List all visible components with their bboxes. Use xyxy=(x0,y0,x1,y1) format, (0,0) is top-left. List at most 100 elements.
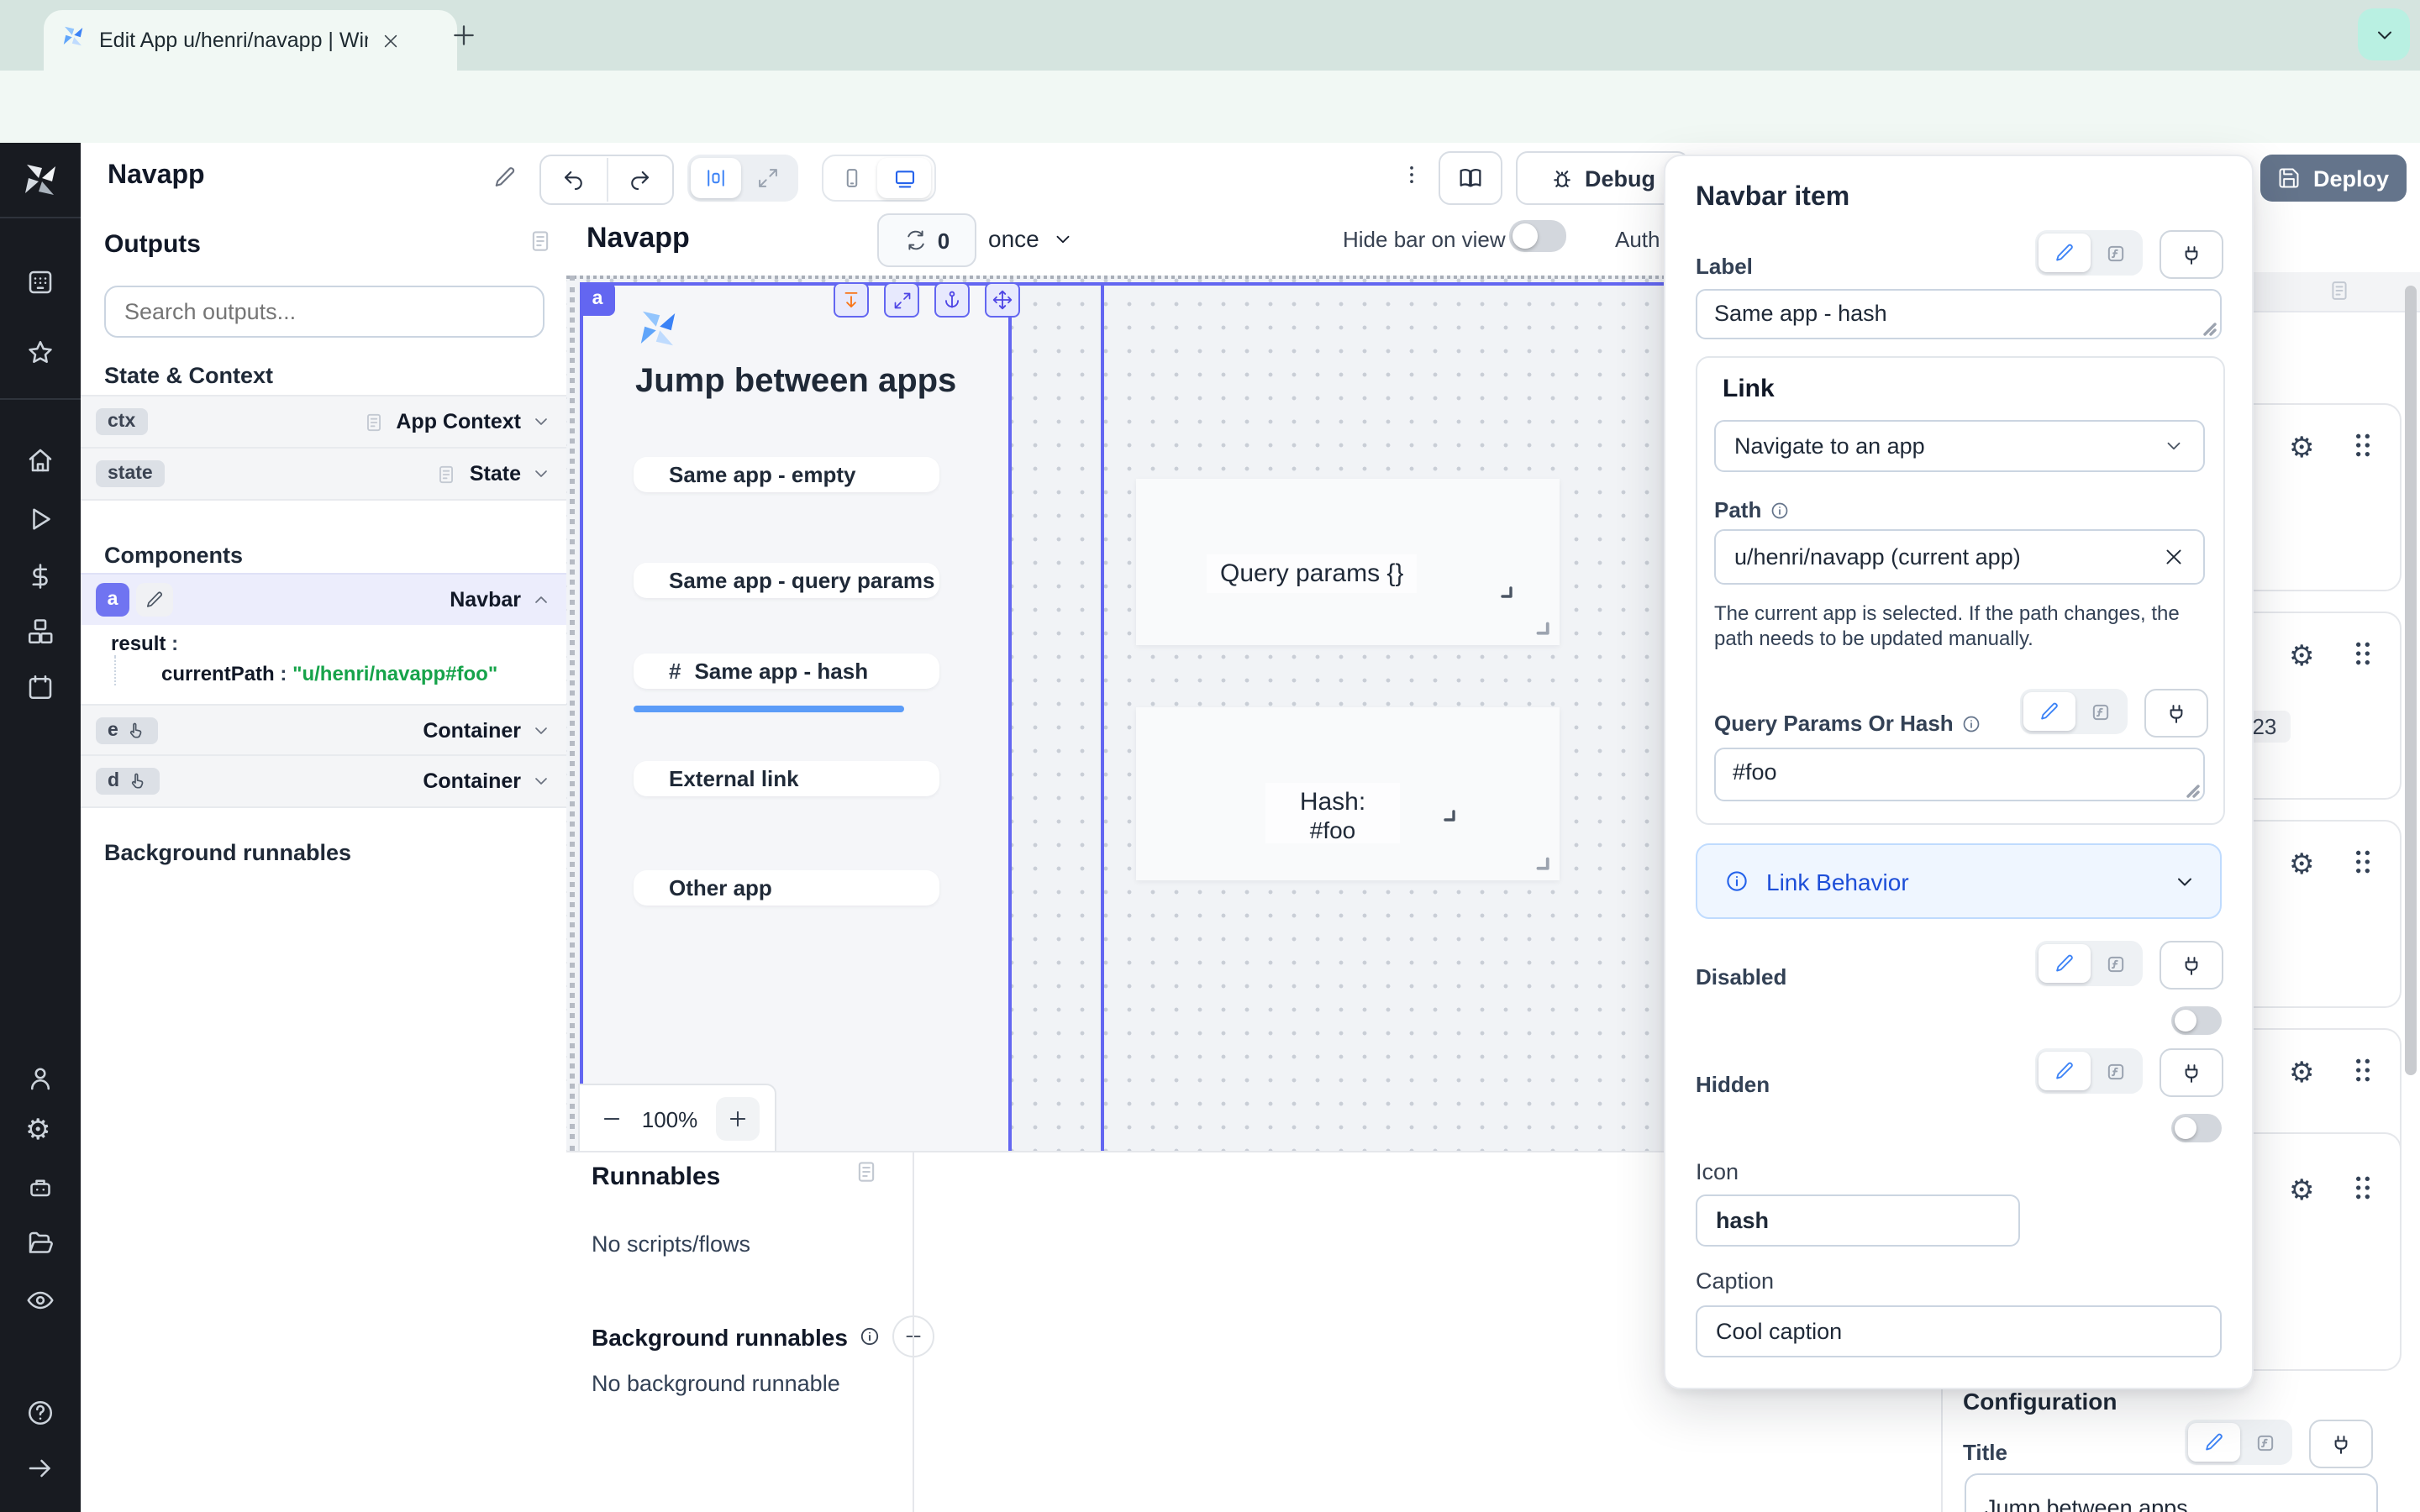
refresh-count-button[interactable]: 0 xyxy=(877,213,976,267)
sidebar-item-folders[interactable] xyxy=(25,1228,55,1258)
browser-tab[interactable]: Edit App u/henri/navapp | Win xyxy=(44,10,457,71)
search-outputs-input[interactable] xyxy=(104,286,544,338)
rename-pencil-icon[interactable] xyxy=(136,583,173,617)
chevron-down-icon[interactable] xyxy=(531,771,551,791)
anchor-icon[interactable] xyxy=(934,282,970,318)
query-params-panel[interactable]: Query params {} xyxy=(1136,479,1560,645)
sidebar-item-users[interactable] xyxy=(25,1063,55,1094)
chevron-down-icon[interactable] xyxy=(531,464,551,484)
sidebar-item-ai[interactable] xyxy=(25,1173,55,1203)
new-tab-button[interactable] xyxy=(450,22,477,49)
disabled-toggle[interactable] xyxy=(2171,1006,2222,1035)
static-pencil-icon[interactable] xyxy=(2023,692,2075,731)
move-icon[interactable] xyxy=(985,282,1020,318)
navbar-component-region[interactable] xyxy=(581,282,1010,1151)
expand-down-icon[interactable] xyxy=(834,282,869,318)
sidebar-item-variables[interactable] xyxy=(25,561,55,591)
drag-handle-icon[interactable] xyxy=(2351,1057,2375,1084)
resize-corner-icon[interactable] xyxy=(1442,808,1455,822)
runnables-divider[interactable] xyxy=(913,1152,914,1512)
sidebar-expand-icon[interactable] xyxy=(25,1453,55,1483)
sidebar-item-resources[interactable] xyxy=(25,617,55,647)
nav-item-same-app-query-params[interactable]: Same app - query params xyxy=(634,563,939,598)
zoom-out-icon[interactable] xyxy=(600,1107,623,1131)
fx-icon[interactable] xyxy=(2091,241,2139,265)
hash-panel[interactable]: Hash: #foo xyxy=(1136,707,1560,880)
resize-corner-icon[interactable] xyxy=(1534,855,1549,870)
container-e-row[interactable]: e Container xyxy=(81,704,566,758)
redo-icon[interactable] xyxy=(608,167,671,192)
nav-item-external-link[interactable]: External link xyxy=(634,761,939,796)
tab-search-chevron-button[interactable] xyxy=(2358,8,2410,60)
static-pencil-icon[interactable] xyxy=(2188,1423,2240,1462)
hide-bar-toggle[interactable] xyxy=(1509,220,1566,252)
state-row[interactable]: state State xyxy=(81,447,566,501)
mobile-preview-button[interactable] xyxy=(827,166,877,190)
link-type-select[interactable]: Navigate to an app xyxy=(1714,420,2205,472)
link-behavior-accordion[interactable]: Link Behavior xyxy=(1696,843,2222,919)
zoom-in-icon[interactable] xyxy=(716,1097,760,1141)
centered-layout-button[interactable] xyxy=(691,158,741,198)
sidebar-item-audit[interactable] xyxy=(25,1285,55,1315)
connect-plug-icon[interactable] xyxy=(2160,230,2223,279)
undo-icon[interactable] xyxy=(542,167,606,192)
connect-plug-icon[interactable] xyxy=(2160,941,2223,990)
sidebar-item-favorites[interactable] xyxy=(25,338,55,368)
drag-handle-icon[interactable] xyxy=(2351,640,2375,667)
gear-icon[interactable]: ⚙ xyxy=(2289,1174,2315,1208)
fx-icon[interactable] xyxy=(2091,952,2139,975)
sidebar-item-settings[interactable]: ⚙ xyxy=(25,1116,55,1146)
textarea-resize-icon[interactable] xyxy=(2186,785,2200,798)
fx-icon[interactable] xyxy=(2240,1431,2289,1454)
nav-item-other-app[interactable]: Other app xyxy=(634,870,939,906)
connect-plug-icon[interactable] xyxy=(2309,1420,2373,1468)
panel-scrollbar[interactable] xyxy=(2405,286,2417,1075)
title-input[interactable] xyxy=(1965,1473,2378,1512)
gear-icon[interactable]: ⚙ xyxy=(2289,640,2315,674)
desktop-preview-button[interactable] xyxy=(877,158,931,198)
sidebar-item-schedules[interactable] xyxy=(25,672,55,702)
hidden-toggle[interactable] xyxy=(2171,1114,2222,1142)
sidebar-item-help[interactable] xyxy=(25,1398,55,1428)
sidebar-item-home[interactable] xyxy=(25,445,55,475)
clear-path-icon[interactable] xyxy=(2163,546,2185,568)
chevron-up-icon[interactable] xyxy=(531,590,551,610)
icon-input[interactable] xyxy=(1696,1194,2020,1247)
nav-item-same-app-hash[interactable]: # Same app - hash xyxy=(634,654,939,689)
edit-name-pencil-icon[interactable] xyxy=(492,165,518,190)
path-input[interactable]: u/henri/navapp (current app) xyxy=(1714,529,2205,585)
fx-icon[interactable] xyxy=(2075,700,2124,723)
drag-handle-icon[interactable] xyxy=(2351,848,2375,875)
connect-plug-icon[interactable] xyxy=(2160,1048,2223,1097)
drag-handle-icon[interactable] xyxy=(2351,1174,2375,1201)
resize-corner-icon[interactable] xyxy=(1534,620,1549,635)
gear-icon[interactable]: ⚙ xyxy=(2289,432,2315,465)
fx-icon[interactable] xyxy=(2091,1059,2139,1083)
canvas-left-grip[interactable] xyxy=(570,276,575,1151)
selected-component-tag[interactable]: a xyxy=(580,282,615,316)
static-pencil-icon[interactable] xyxy=(2039,1052,2091,1090)
textarea-resize-icon[interactable] xyxy=(2203,323,2217,336)
fullscreen-component-icon[interactable] xyxy=(884,282,919,318)
sidebar-item-apps[interactable] xyxy=(25,267,55,297)
navbar-component-row[interactable]: a Navbar xyxy=(81,573,566,627)
label-input[interactable]: Same app - hash xyxy=(1696,289,2222,339)
runnables-doc-icon[interactable] xyxy=(854,1159,879,1184)
drag-handle-icon[interactable] xyxy=(2351,432,2375,459)
outputs-doc-icon[interactable] xyxy=(528,228,553,254)
chevron-down-icon[interactable] xyxy=(531,721,551,741)
more-options-icon[interactable] xyxy=(1400,163,1423,186)
chevron-down-icon[interactable] xyxy=(531,412,551,432)
gear-icon[interactable]: ⚙ xyxy=(2289,1057,2315,1090)
deploy-button[interactable]: Deploy xyxy=(2260,155,2407,202)
run-mode-dropdown[interactable]: once xyxy=(988,213,1075,264)
windmill-logo[interactable] xyxy=(20,160,60,208)
caption-input[interactable] xyxy=(1696,1305,2222,1357)
query-hash-input[interactable]: #foo xyxy=(1714,748,2205,801)
nav-item-same-app-empty[interactable]: Same app - empty xyxy=(634,457,939,492)
tab-close-icon[interactable] xyxy=(381,31,400,50)
static-pencil-icon[interactable] xyxy=(2039,944,2091,983)
fullscreen-layout-button[interactable] xyxy=(741,166,795,190)
sidebar-item-runs[interactable] xyxy=(25,504,55,534)
docs-book-button[interactable] xyxy=(1439,151,1502,205)
